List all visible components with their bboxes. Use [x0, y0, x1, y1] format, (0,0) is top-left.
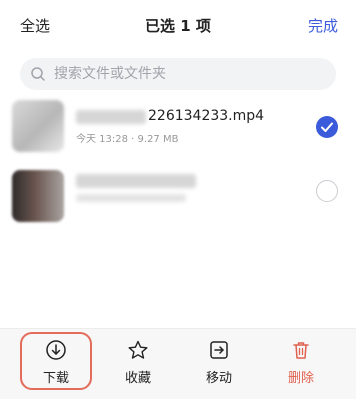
trash-icon [293, 342, 309, 359]
file-row[interactable] [0, 148, 356, 226]
top-bar: 全选 已选 1 项 完成 [0, 0, 356, 50]
file-meta: 今天 13:28 · 9.27 MB [76, 134, 179, 145]
selected-checkbox[interactable] [316, 116, 338, 138]
star-icon [128, 340, 148, 359]
download-label: 下载 [42, 371, 69, 386]
done-button[interactable]: 完成 [308, 15, 338, 36]
move-button[interactable]: 移动 [184, 339, 254, 386]
search-icon [31, 67, 45, 81]
move-label: 移动 [205, 371, 232, 386]
move-icon [210, 341, 228, 359]
blurred-file-meta [76, 194, 186, 202]
delete-button[interactable]: 删除 [266, 339, 336, 386]
download-button[interactable]: 下载 [21, 339, 91, 386]
search-bar[interactable] [20, 58, 336, 90]
delete-label: 删除 [287, 371, 314, 386]
download-icon [46, 340, 66, 360]
checkmark-icon [321, 122, 333, 132]
page-title: 已选 1 项 [145, 17, 211, 35]
file-thumbnail [12, 100, 64, 152]
bottom-action-bar: 下载 收藏 移动 删除 [0, 328, 356, 399]
file-name: 226134233.mp4 [148, 108, 265, 124]
favorite-label: 收藏 [124, 371, 151, 386]
blurred-filename [76, 174, 196, 188]
favorite-button[interactable]: 收藏 [103, 339, 173, 386]
file-thumbnail [12, 170, 64, 222]
search-input[interactable] [54, 58, 324, 90]
unselected-checkbox[interactable] [316, 180, 338, 202]
